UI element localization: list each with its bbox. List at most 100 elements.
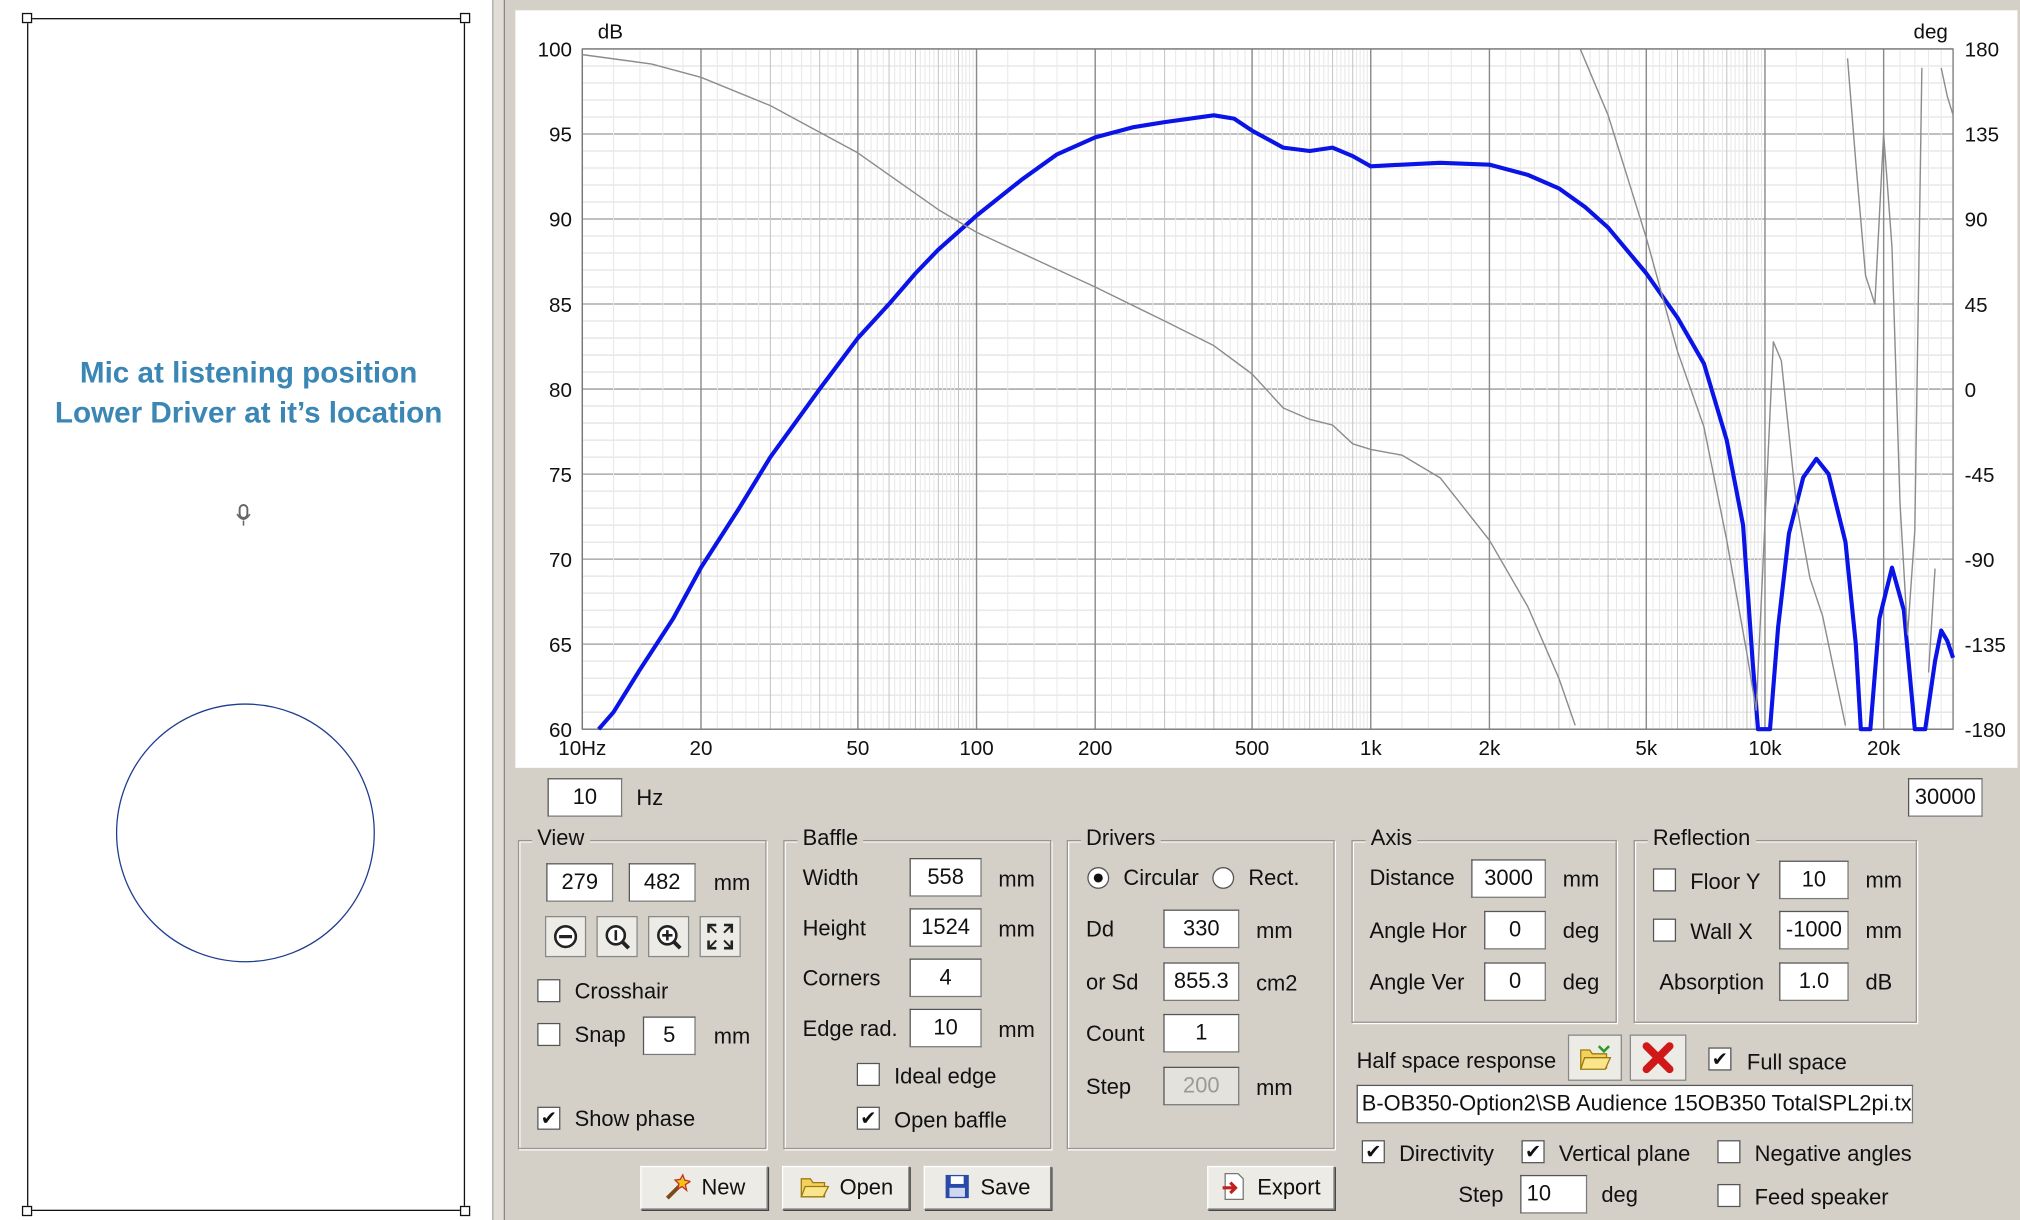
absorption-input[interactable]: 1.0 <box>1779 962 1849 1002</box>
y2-tick-label: -135 <box>1965 634 2006 657</box>
x-tick-label: 50 <box>846 737 869 760</box>
count-input[interactable]: 1 <box>1163 1013 1240 1053</box>
crosshair-label: Crosshair <box>574 979 669 1004</box>
freq-unit: Hz <box>636 785 664 811</box>
floor-checkbox[interactable] <box>1652 868 1677 892</box>
y-tick-label: 100 <box>538 39 572 62</box>
height-unit: mm <box>998 917 1035 942</box>
view-y-input[interactable]: 482 <box>628 863 696 902</box>
floppy-disk-icon <box>944 1173 970 1203</box>
angle-ver-input[interactable]: 0 <box>1484 962 1546 1002</box>
show-phase-label: Show phase <box>574 1106 696 1132</box>
negative-angles-checkbox[interactable] <box>1717 1140 1741 1164</box>
half-space-label: Half space response <box>1356 1048 1557 1074</box>
x-tick-label: 2k <box>1479 737 1501 760</box>
resize-handle[interactable] <box>21 12 33 24</box>
x-tick-label: 20 <box>690 737 713 760</box>
height-input[interactable]: 1524 <box>909 908 982 947</box>
y-tick-label: 90 <box>549 209 572 232</box>
canvas-caption: Mic at listening position Lower Driver a… <box>0 353 497 433</box>
circular-label: Circular <box>1123 865 1199 891</box>
wall-input[interactable]: -1000 <box>1779 910 1849 950</box>
clear-icon[interactable] <box>1629 1034 1687 1081</box>
negative-angles-label: Negative angles <box>1754 1141 1912 1166</box>
y-tick-label: 65 <box>549 634 572 657</box>
db-unit-label: dB <box>598 21 623 44</box>
caption-line: Lower Driver at it’s location <box>54 395 443 430</box>
resize-handle[interactable] <box>459 1205 471 1217</box>
x-tick-label: 1k <box>1360 737 1382 760</box>
half-step-input[interactable]: 10 <box>1520 1174 1588 1214</box>
angle-ver-label: Angle Ver <box>1369 970 1465 995</box>
crosshair-checkbox[interactable] <box>537 979 561 1003</box>
snap-input[interactable]: 5 <box>642 1016 696 1056</box>
expand-icon[interactable] <box>699 915 741 958</box>
save-label: Save <box>980 1174 1031 1200</box>
x-tick-label: 100 <box>959 737 993 760</box>
step-label: Step <box>1086 1074 1132 1099</box>
full-space-label: Full space <box>1746 1049 1847 1075</box>
resize-handle[interactable] <box>459 12 471 24</box>
y2-tick-label: 0 <box>1965 379 1976 402</box>
snap-label: Snap <box>574 1022 626 1048</box>
feed-speaker-label: Feed speaker <box>1754 1185 1889 1210</box>
sd-input[interactable]: 855.3 <box>1163 962 1240 1002</box>
distance-input[interactable]: 3000 <box>1471 859 1546 898</box>
x-tick-label: 5k <box>1635 737 1657 760</box>
resize-handle[interactable] <box>21 1205 33 1217</box>
rect-radio[interactable] <box>1212 867 1235 889</box>
zoom-in-icon[interactable] <box>648 915 690 958</box>
y2-tick-label: -45 <box>1965 464 1995 487</box>
open-label: Open <box>839 1174 894 1200</box>
height-label: Height <box>802 915 866 941</box>
absorption-label: Absorption <box>1659 970 1765 995</box>
dd-unit: mm <box>1256 918 1293 944</box>
view-x-input[interactable]: 279 <box>546 863 614 902</box>
open-baffle-checkbox[interactable]: ✔ <box>856 1106 880 1130</box>
snap-checkbox[interactable] <box>537 1022 561 1047</box>
baffle-canvas[interactable]: Mic at listening position Lower Driver a… <box>0 0 498 1220</box>
edge-input[interactable]: 10 <box>909 1008 982 1048</box>
feed-speaker-checkbox[interactable] <box>1717 1183 1741 1208</box>
splitter[interactable] <box>492 0 506 1220</box>
floor-input[interactable]: 10 <box>1779 860 1849 900</box>
export-label: Export <box>1257 1174 1321 1200</box>
distance-unit: mm <box>1562 867 1600 892</box>
floor-label: Floor Y <box>1690 869 1761 895</box>
wall-checkbox[interactable] <box>1652 918 1677 942</box>
open-button[interactable]: Open <box>781 1165 910 1210</box>
caption-line: Mic at listening position <box>79 355 418 390</box>
full-space-checkbox[interactable]: ✔ <box>1708 1047 1732 1071</box>
corners-input[interactable]: 4 <box>909 958 982 998</box>
circular-radio[interactable] <box>1087 867 1110 889</box>
width-input[interactable]: 558 <box>909 858 982 897</box>
freq-max-input[interactable]: 30000 <box>1907 778 1983 817</box>
angle-hor-input[interactable]: 0 <box>1484 910 1546 950</box>
zoom-fit-icon[interactable] <box>596 915 638 958</box>
driver-circle[interactable] <box>115 703 375 963</box>
open-folder-icon[interactable] <box>1567 1034 1622 1081</box>
y2-tick-label: 180 <box>1965 39 1999 62</box>
directivity-checkbox[interactable]: ✔ <box>1361 1140 1385 1164</box>
new-button[interactable]: New <box>640 1165 768 1210</box>
microphone-icon[interactable] <box>236 504 251 532</box>
response-graph[interactable]: 100 95 90 85 80 75 70 65 60 180 135 90 45 0 -45 -90 -135… <box>515 10 2018 768</box>
vertical-plane-label: Vertical plane <box>1558 1141 1691 1166</box>
angle-ver-unit: deg <box>1562 970 1600 995</box>
ideal-edge-checkbox[interactable] <box>856 1062 880 1087</box>
step-unit: mm <box>1256 1075 1293 1101</box>
freq-min-input[interactable]: 10 <box>547 778 623 817</box>
save-button[interactable]: Save <box>923 1165 1052 1210</box>
y2-tick-label: 90 <box>1965 209 1988 232</box>
zoom-out-icon[interactable] <box>544 915 587 958</box>
show-phase-checkbox[interactable]: ✔ <box>537 1106 561 1130</box>
export-button[interactable]: Export <box>1207 1165 1335 1210</box>
angle-hor-unit: deg <box>1562 918 1600 944</box>
baffle-outline[interactable] <box>21 12 471 1217</box>
step-input: 200 <box>1163 1066 1240 1106</box>
x-tick-label: 500 <box>1235 737 1269 760</box>
dd-input[interactable]: 330 <box>1163 909 1240 949</box>
view-unit: mm <box>713 870 751 896</box>
vertical-plane-checkbox[interactable]: ✔ <box>1521 1140 1545 1164</box>
half-space-file-input[interactable]: B-OB350-Option2\SB Audience 15OB350 Tota… <box>1356 1084 1914 1124</box>
